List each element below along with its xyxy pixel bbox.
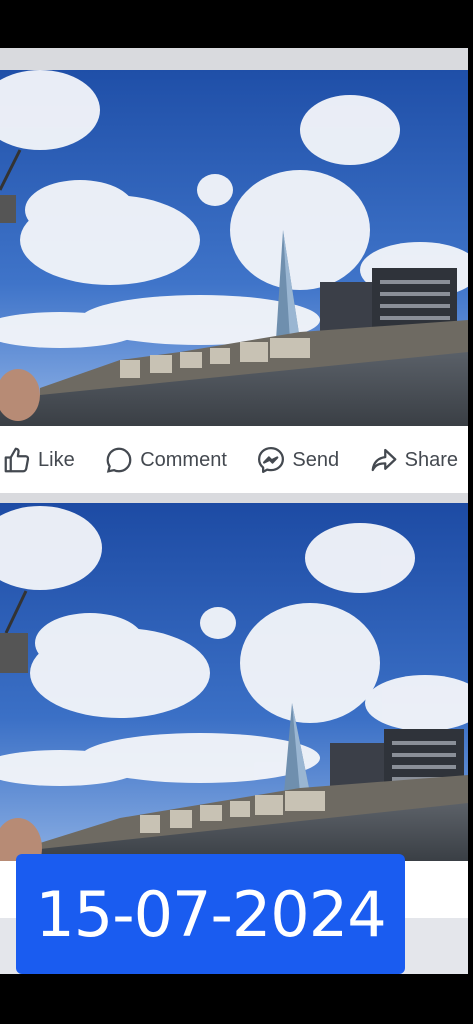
like-label: Like bbox=[38, 448, 75, 471]
post-photo[interactable] bbox=[0, 70, 468, 426]
send-button[interactable]: Send bbox=[256, 445, 339, 475]
date-stamp: 15-07-2024 bbox=[16, 854, 405, 974]
like-button[interactable]: Like bbox=[2, 445, 75, 475]
thumbs-up-icon bbox=[2, 445, 32, 475]
edge-bar bbox=[468, 48, 473, 974]
comment-label: Comment bbox=[140, 448, 227, 471]
feed-separator bbox=[0, 48, 468, 70]
messenger-icon bbox=[256, 445, 286, 475]
share-label: Share bbox=[404, 448, 458, 471]
share-arrow-icon bbox=[369, 445, 399, 475]
send-label: Send bbox=[292, 448, 340, 471]
feed-screenshot: Like Comment Send Share bbox=[0, 48, 468, 974]
post-photo[interactable] bbox=[0, 503, 468, 861]
post-action-bar: Like Comment Send Share bbox=[0, 427, 468, 493]
comment-bubble-icon bbox=[104, 445, 134, 475]
feed-separator bbox=[0, 493, 468, 503]
comment-button[interactable]: Comment bbox=[104, 445, 227, 475]
share-button[interactable]: Share bbox=[369, 445, 458, 475]
